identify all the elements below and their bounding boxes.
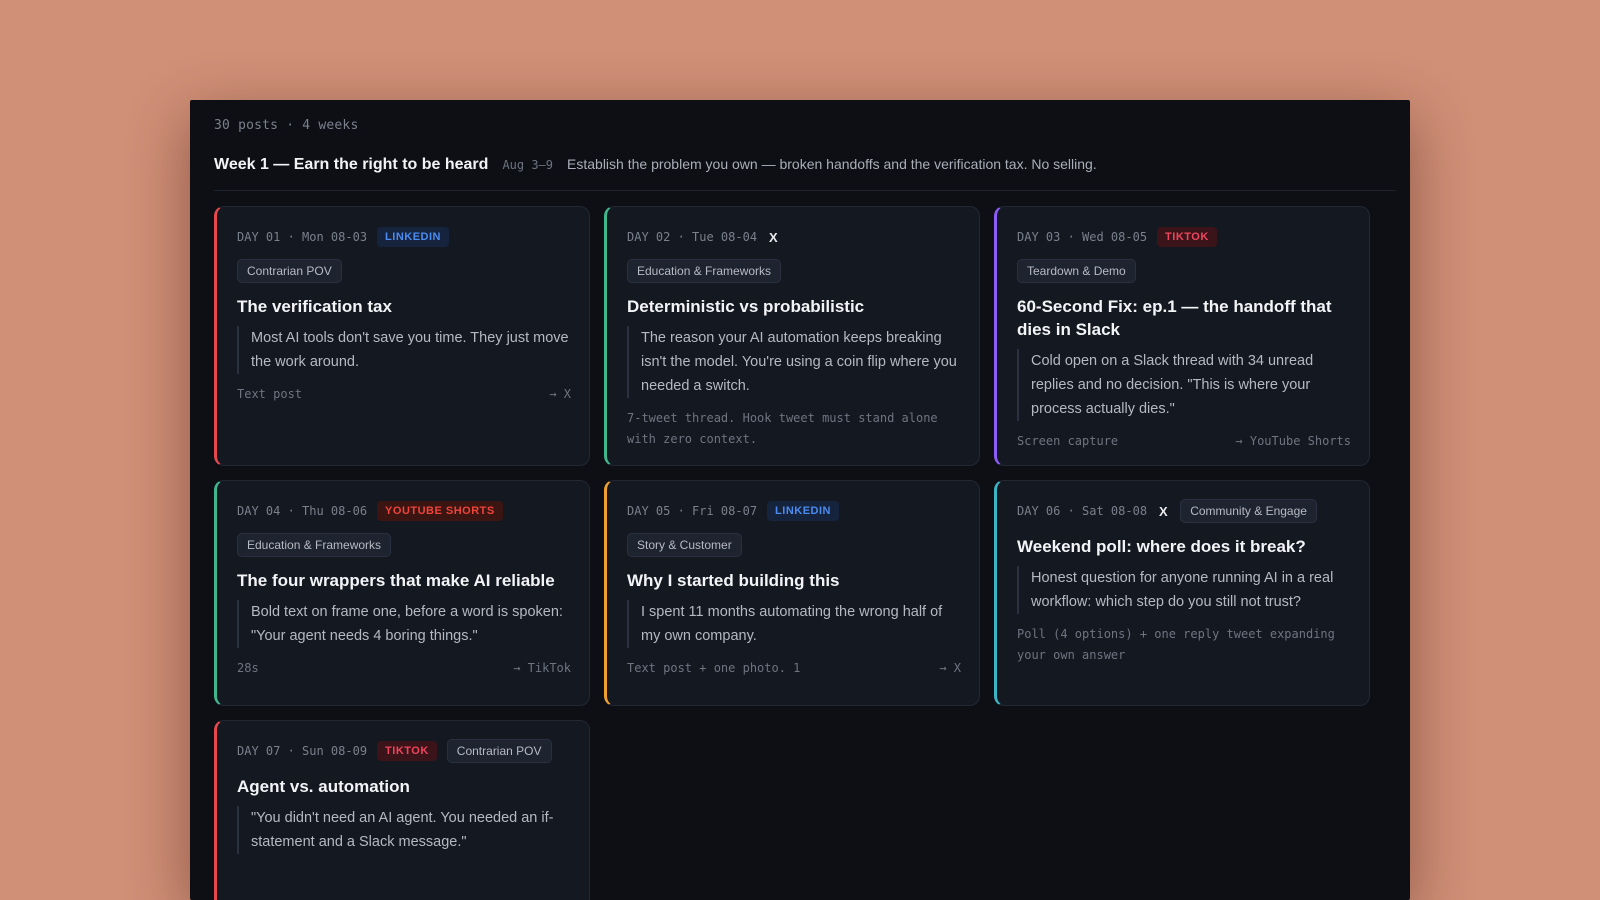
platform-badge-linkedin: LINKEDIN (377, 227, 449, 247)
post-title: Why I started building this (627, 571, 840, 590)
crosspost-target: → TikTok (513, 661, 571, 675)
post-card-day-02[interactable]: DAY 02 · Tue 08-04 X Education & Framewo… (604, 206, 980, 466)
post-hook: Honest question for anyone running AI in… (1017, 566, 1351, 614)
pillar-tag: Contrarian POV (237, 259, 342, 283)
pillar-tag: Community & Engage (1180, 499, 1317, 523)
post-hook: I spent 11 months automating the wrong h… (627, 600, 961, 648)
platform-badge-linkedin: LINKEDIN (767, 501, 839, 521)
platform-badge-x: X (769, 229, 779, 245)
post-hook: Bold text on frame one, before a word is… (237, 600, 571, 648)
post-card-day-03[interactable]: DAY 03 · Wed 08-05 TIKTOK Teardown & Dem… (994, 206, 1370, 466)
pillar-tag: Teardown & Demo (1017, 259, 1136, 283)
crosspost-target: → X (549, 387, 571, 401)
day-label: DAY 04 · Thu 08-06 (237, 504, 368, 518)
content-calendar-panel: 30 posts · 4 weeks Week 1 — Earn the rig… (190, 100, 1410, 900)
day-label: DAY 06 · Sat 08-08 (1017, 504, 1148, 518)
platform-badge-x: X (1159, 503, 1169, 519)
post-title: The four wrappers that make AI reliable (237, 571, 555, 590)
day-label: DAY 03 · Wed 08-05 (1017, 230, 1148, 244)
crosspost-target: → X (939, 661, 961, 675)
post-format: Text post (237, 387, 303, 401)
crosspost-target: → YouTube Shorts (1235, 434, 1351, 448)
post-hook: Most AI tools don't save you time. They … (237, 326, 571, 374)
week-description: Establish the problem you own — broken h… (567, 156, 1097, 172)
platform-badge-tiktok: TIKTOK (1157, 227, 1217, 247)
post-format: 28s (237, 661, 259, 675)
post-card-day-06[interactable]: DAY 06 · Sat 08-08 X Community & Engage … (994, 480, 1370, 706)
pillar-tag: Story & Customer (627, 533, 742, 557)
post-title: 60-Second Fix: ep.1 — the handoff that d… (1017, 297, 1332, 339)
post-card-day-01[interactable]: DAY 01 · Mon 08-03 LINKEDIN Contrarian P… (214, 206, 590, 466)
platform-badge-youtube-shorts: YOUTUBE SHORTS (377, 501, 503, 521)
post-card-day-07[interactable]: DAY 07 · Sun 08-09 TIKTOK Contrarian POV… (214, 720, 590, 900)
week-dates: Aug 3–9 (502, 158, 554, 172)
post-format: Text post + one photo. 1 (627, 661, 801, 675)
post-title: Weekend poll: where does it break? (1017, 537, 1306, 556)
post-count-summary: 30 posts · 4 weeks (214, 118, 359, 133)
week-title: Week 1 — Earn the right to be heard (214, 156, 489, 173)
post-format: Poll (4 options) + one reply tweet expan… (1017, 627, 1335, 662)
post-title: Deterministic vs probabilistic (627, 297, 865, 316)
platform-badge-tiktok: TIKTOK (377, 741, 437, 761)
day-label: DAY 01 · Mon 08-03 (237, 230, 368, 244)
post-title: Agent vs. automation (237, 777, 410, 796)
pillar-tag: Education & Frameworks (237, 533, 392, 557)
pillar-tag: Contrarian POV (446, 739, 552, 763)
post-card-day-04[interactable]: DAY 04 · Thu 08-06 YOUTUBE SHORTS Educat… (214, 480, 590, 706)
day-label: DAY 07 · Sun 08-09 (237, 744, 368, 758)
post-hook: The reason your AI automation keeps brea… (627, 326, 961, 398)
post-card-day-05[interactable]: DAY 05 · Fri 08-07 LINKEDIN Story & Cust… (604, 480, 980, 706)
post-hook: Cold open on a Slack thread with 34 unre… (1017, 349, 1351, 421)
pillar-tag: Education & Frameworks (627, 259, 782, 283)
post-format: Screen capture (1017, 434, 1119, 448)
post-title: The verification tax (237, 297, 392, 316)
week-header: Week 1 — Earn the right to be heard Aug … (214, 156, 1396, 191)
post-hook: "You didn't need an AI agent. You needed… (237, 806, 571, 854)
day-label: DAY 02 · Tue 08-04 (627, 230, 758, 244)
post-format: 7-tweet thread. Hook tweet must stand al… (627, 411, 938, 446)
day-label: DAY 05 · Fri 08-07 (627, 504, 758, 518)
